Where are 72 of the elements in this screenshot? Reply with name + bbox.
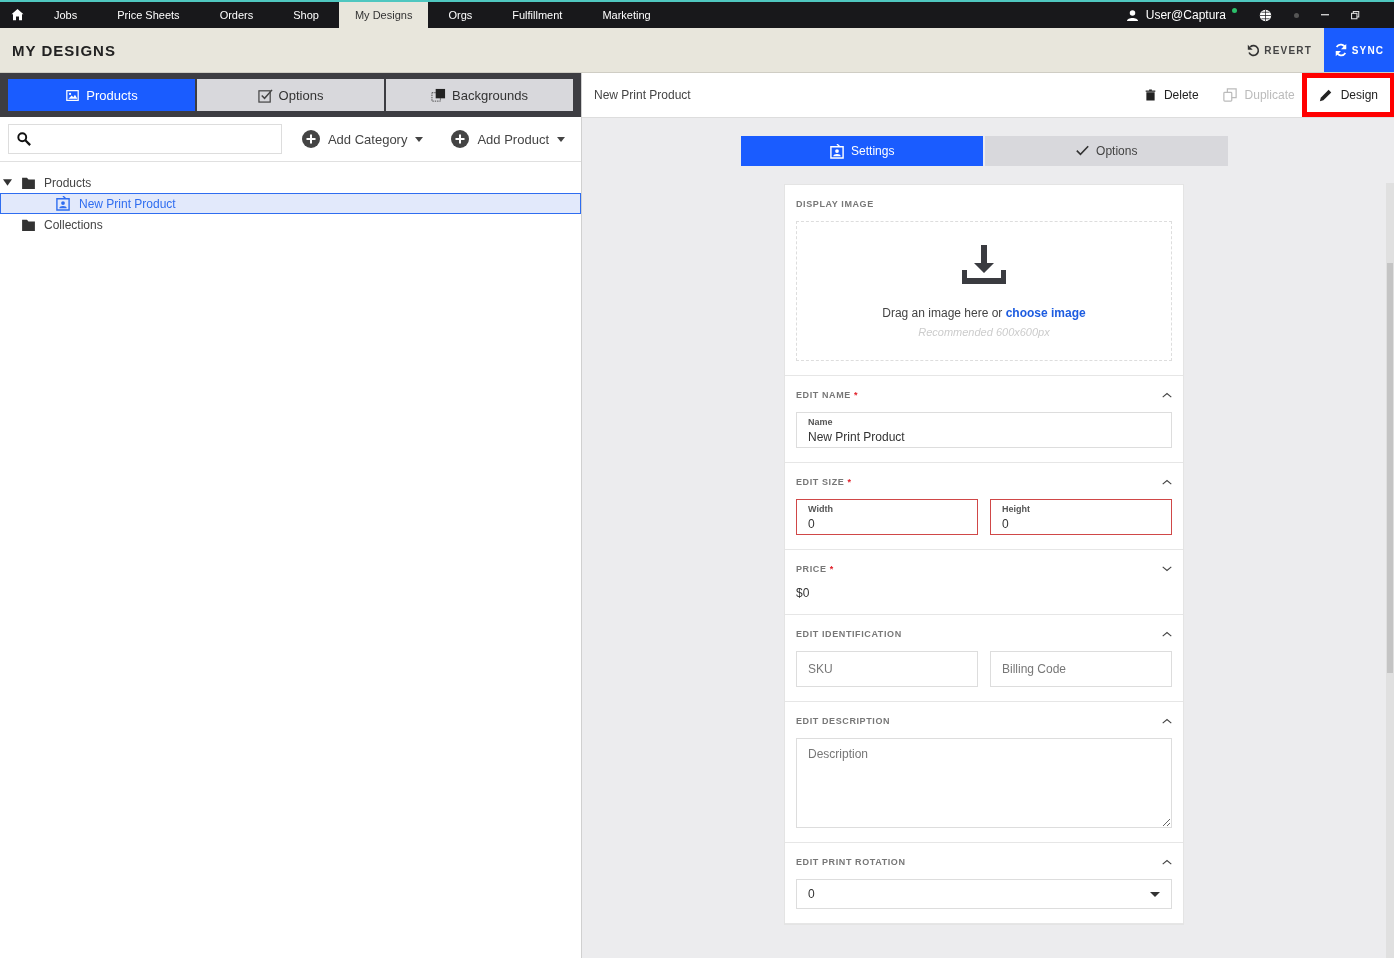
plus-circle-icon bbox=[451, 130, 470, 148]
portrait-icon bbox=[829, 143, 846, 159]
image-icon bbox=[65, 88, 81, 102]
folder-icon bbox=[21, 176, 36, 189]
editor-tab[interactable]: Settings bbox=[740, 136, 983, 166]
undo-icon bbox=[1247, 43, 1261, 57]
pencil-icon bbox=[1318, 88, 1333, 102]
layers-icon bbox=[431, 87, 447, 103]
upload-prompt: Drag an image here or choose image bbox=[882, 306, 1086, 320]
nav-tab[interactable]: Orgs bbox=[428, 2, 493, 28]
folder-icon bbox=[21, 218, 36, 231]
tree-item[interactable]: New Print Product bbox=[0, 193, 581, 214]
user-icon bbox=[1126, 9, 1138, 21]
tree-item[interactable]: Products bbox=[0, 172, 581, 193]
copy-icon bbox=[1222, 88, 1237, 102]
caret-down-icon bbox=[415, 136, 424, 142]
nav-tab[interactable]: Shop bbox=[273, 2, 339, 28]
restore-icon bbox=[1351, 10, 1360, 20]
caret-down-icon bbox=[1150, 891, 1160, 897]
revert-button[interactable]: REVERT bbox=[1235, 28, 1324, 72]
nav-tab[interactable]: Marketing bbox=[582, 2, 671, 28]
choose-image-link[interactable]: choose image bbox=[1005, 306, 1086, 320]
nav-tab[interactable]: Orders bbox=[199, 2, 274, 28]
tree-item[interactable]: Collections bbox=[0, 214, 581, 235]
section-title: EDIT SIZE * bbox=[796, 477, 852, 487]
scrollbar[interactable] bbox=[1386, 183, 1394, 958]
nav-tab[interactable]: Price Sheets bbox=[97, 2, 200, 28]
library-tab[interactable]: Options bbox=[197, 79, 384, 111]
field-label: Width bbox=[808, 504, 833, 514]
download-icon bbox=[962, 244, 1006, 286]
section-title: EDIT NAME * bbox=[796, 390, 859, 400]
sync-icon bbox=[1333, 43, 1348, 57]
dot-icon bbox=[1294, 12, 1299, 18]
add-button[interactable]: Add Category bbox=[293, 130, 432, 148]
input-field[interactable]: SKU bbox=[796, 651, 978, 687]
trash-icon bbox=[1144, 88, 1156, 102]
home-icon bbox=[10, 9, 24, 21]
page-title: MY DESIGNS bbox=[11, 41, 116, 59]
portrait-icon bbox=[55, 196, 71, 211]
nav-tab[interactable]: Jobs bbox=[34, 2, 98, 28]
checkbox-icon bbox=[257, 87, 273, 103]
field-label: Height bbox=[1002, 504, 1030, 514]
section-title: DISPLAY IMAGE bbox=[796, 199, 874, 209]
field-label: Name bbox=[808, 417, 833, 427]
section-title: EDIT PRINT ROTATION bbox=[796, 857, 906, 867]
delete-button[interactable]: Delete bbox=[1132, 79, 1211, 111]
rotation-dropdown[interactable]: 0 bbox=[796, 879, 1172, 909]
caret-down-icon bbox=[557, 136, 565, 142]
user-name[interactable]: User@Captura bbox=[1145, 8, 1226, 22]
product-title: New Print Product bbox=[594, 88, 691, 102]
editor-tab[interactable]: Options bbox=[985, 136, 1228, 166]
nav-tab[interactable]: My Designs bbox=[338, 2, 429, 28]
globe-icon bbox=[1259, 8, 1272, 22]
description-field[interactable]: Description bbox=[796, 738, 1172, 828]
search-icon bbox=[17, 132, 31, 146]
design-button[interactable]: Design bbox=[1306, 78, 1390, 112]
add-button[interactable]: Add Product bbox=[443, 130, 573, 148]
status-dot-icon bbox=[1232, 7, 1237, 13]
minimize-icon bbox=[1321, 14, 1329, 16]
plus-circle-icon bbox=[301, 130, 320, 148]
section-title: EDIT DESCRIPTION bbox=[796, 716, 891, 726]
nav-tab[interactable]: Fulfillment bbox=[492, 2, 583, 28]
sync-button[interactable]: SYNC bbox=[1324, 28, 1394, 72]
section-title: EDIT IDENTIFICATION bbox=[796, 629, 902, 639]
price-value: $0 bbox=[796, 586, 811, 600]
input-field[interactable]: Billing Code bbox=[990, 651, 1172, 687]
library-tab[interactable]: Products bbox=[8, 79, 195, 111]
section-title: PRICE * bbox=[796, 564, 834, 574]
library-tab[interactable]: Backgrounds bbox=[386, 79, 573, 111]
caret-down-icon bbox=[2, 179, 12, 186]
check-icon bbox=[1075, 144, 1091, 158]
search-field[interactable] bbox=[8, 124, 282, 154]
